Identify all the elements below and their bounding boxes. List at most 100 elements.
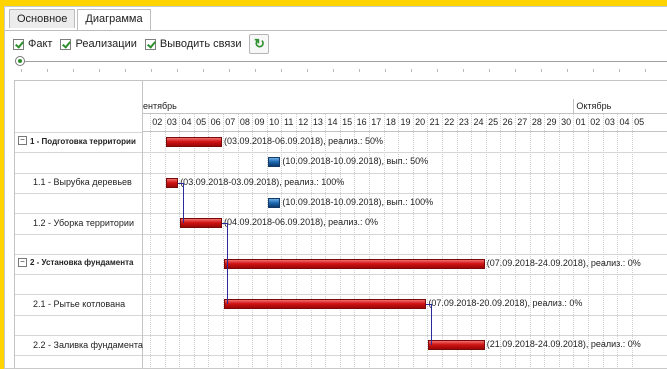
bar-label: (03.09.2018-03.09.2018), реализ.: 100% [180, 176, 345, 187]
task-bar[interactable] [224, 299, 427, 310]
task-label-text: 1.2 - Уборка территории [33, 217, 134, 228]
task-bar[interactable] [224, 258, 485, 269]
day-label: 05 [196, 117, 207, 127]
option-fact[interactable]: Факт [13, 38, 52, 50]
day-label: 17 [371, 117, 382, 127]
timeline-area[interactable]: ентябрь Октябрь 02 03 04 05 06 07 08 09 10 11 12 13 14… [143, 81, 667, 368]
timescale-slider[interactable] [13, 56, 667, 75]
task-bar[interactable] [180, 218, 222, 229]
refresh-button[interactable]: ↻ [249, 34, 270, 54]
slider-track [21, 61, 667, 62]
row-separator [15, 355, 142, 357]
collapse-icon[interactable]: − [18, 135, 27, 145]
month-label-september: ентябрь [143, 101, 177, 111]
task-label[interactable]: 2.1 - Рытье котлована [15, 294, 160, 314]
day-label: 27 [517, 117, 528, 127]
day-label: 05 [634, 117, 645, 127]
day-label: 20 [415, 117, 426, 127]
option-show-links[interactable]: Выводить связи [144, 38, 242, 50]
task-label[interactable]: −2 - Установка фундамента [15, 253, 142, 273]
row-separator [143, 274, 667, 276]
row-separator [143, 213, 667, 215]
bar-label: (10.09.2018-10.09.2018), вып.: 50% [282, 156, 429, 167]
day-label: 09 [254, 117, 265, 127]
show-links-checkbox[interactable] [144, 38, 156, 50]
task-label-text: 2 - Установка фундамента [30, 258, 134, 268]
realizations-label: Реализации [75, 38, 137, 50]
day-label: 10 [269, 117, 280, 127]
task-label-text: 2.2 - Заливка фундамента [33, 339, 143, 350]
day-label: 18 [385, 117, 396, 127]
task-label[interactable]: 1.2 - Уборка территории [15, 213, 160, 233]
task-bar[interactable] [165, 137, 222, 147]
task-bar[interactable] [428, 340, 485, 350]
month-separator [573, 99, 575, 113]
day-label: 07 [225, 117, 236, 127]
task-label[interactable]: 1.1 - Вырубка деревьев [15, 172, 160, 192]
tab-main[interactable]: Основное [9, 9, 76, 28]
row-separator [15, 233, 142, 235]
bar-label: (10.09.2018-10.09.2018), вып.: 100% [282, 196, 434, 207]
day-label: 15 [342, 117, 353, 127]
collapse-icon[interactable]: − [18, 257, 27, 267]
day-label: 25 [488, 117, 499, 127]
day-label: 23 [458, 117, 469, 127]
day-label: 11 [284, 117, 294, 127]
realizations-checkbox[interactable] [60, 38, 72, 50]
slider-thumb[interactable] [15, 56, 25, 66]
tab-divider [5, 30, 667, 31]
link-line [227, 223, 228, 305]
actual-bar[interactable] [267, 157, 281, 168]
link-line [183, 182, 185, 224]
row-separator [143, 192, 667, 194]
bar-label: (04.09.2018-06.09.2018), реализ.: 0% [224, 217, 379, 228]
task-label[interactable]: −1 - Подготовка территории [15, 132, 142, 152]
row-separator [143, 172, 667, 174]
slider-ticks [21, 69, 667, 72]
gantt-chart: −1 - Подготовка территории 1.1 - Вырубка … [14, 80, 667, 368]
options-bar: Факт Реализации Выводить связи ↻ [13, 33, 270, 55]
day-label: 30 [561, 117, 572, 127]
fact-checkbox[interactable] [13, 38, 24, 50]
bar-label: (07.09.2018-24.09.2018), реализ.: 0% [486, 257, 641, 268]
day-label: 02 [590, 117, 601, 127]
bar-label: (07.09.2018-20.09.2018), реализ.: 0% [428, 298, 583, 309]
task-label-text: 2.1 - Рытье котлована [33, 298, 126, 309]
day-label: 16 [356, 117, 367, 127]
task-label[interactable]: 2.2 - Заливка фундамента [15, 335, 160, 355]
row-separator [143, 355, 667, 357]
task-label-text: 1.1 - Вырубка деревьев [33, 177, 132, 188]
row-separator [143, 152, 667, 154]
month-label-october: Октябрь [576, 101, 612, 111]
row-separator [143, 314, 667, 316]
row-separator [15, 192, 142, 194]
day-label: 04 [619, 117, 630, 127]
day-label: 19 [400, 117, 411, 127]
day-label: 03 [166, 117, 177, 127]
day-label: 08 [239, 117, 250, 127]
row-separator [143, 233, 667, 235]
row-separator [143, 253, 667, 255]
row-separator [15, 152, 142, 154]
link-line [431, 304, 433, 345]
tab-bar: Основное Диаграмма [9, 9, 153, 31]
header-separator [15, 132, 142, 133]
row-separator [15, 274, 142, 276]
actual-bar[interactable] [267, 197, 281, 208]
day-label: 12 [298, 117, 309, 127]
bar-label: (21.09.2018-24.09.2018), реализ.: 0% [486, 339, 641, 349]
row-separator [15, 314, 142, 316]
day-label: 14 [327, 117, 338, 127]
option-realizations[interactable]: Реализации [60, 38, 137, 50]
day-label: 22 [444, 117, 455, 127]
tab-diagram[interactable]: Диаграмма [77, 9, 151, 31]
day-label: 02 [152, 117, 163, 127]
day-label: 04 [181, 117, 192, 127]
day-label: 29 [546, 117, 557, 127]
day-label: 21 [429, 117, 440, 127]
show-links-label: Выводить связи [159, 38, 242, 50]
refresh-icon: ↻ [254, 36, 265, 51]
task-bar[interactable] [165, 177, 179, 188]
row-separator [143, 294, 667, 296]
row-separator [143, 335, 667, 336]
